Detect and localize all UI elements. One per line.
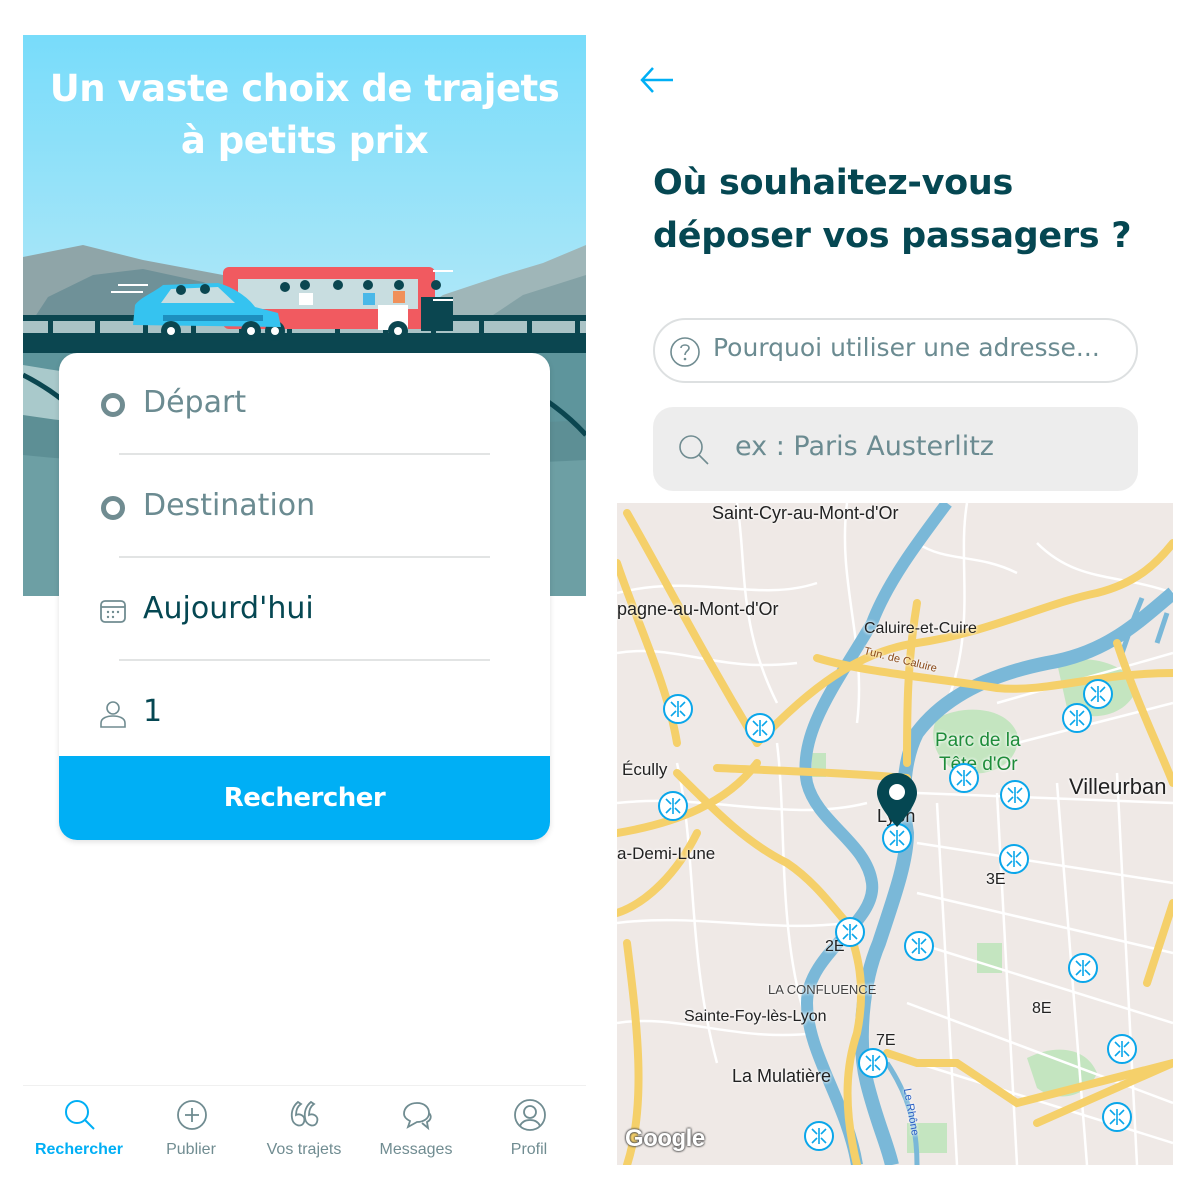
nav-label: Publier	[166, 1141, 216, 1158]
dropoff-screen: Où souhaitez-vous déposer vos passagers …	[617, 35, 1173, 1165]
map-park-label: Parc de la	[935, 730, 1021, 751]
search-screen: Un vaste choix de trajets à petits prix …	[23, 35, 586, 1170]
search-icon	[65, 1100, 95, 1130]
passengers-value: 1	[143, 694, 163, 729]
map-label: Écully	[622, 760, 668, 779]
meeting-point-icon[interactable]	[1000, 780, 1030, 810]
map-label: LA CONFLUENCE	[768, 982, 877, 997]
nav-label: Profil	[510, 1141, 548, 1158]
map-label: La Mulatière	[732, 1066, 832, 1086]
address-search-input[interactable]: ex : Paris Austerlitz	[653, 407, 1138, 491]
nav-label: Rechercher	[34, 1141, 124, 1158]
why-address-button[interactable]: Pourquoi utiliser une adresse...	[653, 318, 1138, 383]
search-form-card: Départ Destination Aujourd'hui 1 Recherc…	[59, 353, 550, 840]
meeting-point-icon[interactable]	[949, 763, 979, 793]
question-circle-icon	[670, 337, 700, 367]
meeting-point-icon[interactable]	[1102, 1102, 1132, 1132]
date-field[interactable]: Aujourd'hui	[59, 559, 550, 661]
map-label: pagne-au-Mont-d'Or	[617, 599, 779, 619]
nav-item-rechercher[interactable]: Rechercher	[23, 1086, 135, 1171]
map-label: Saint-Cyr-au-Mont-d'Or	[712, 503, 899, 523]
meeting-point-icon[interactable]	[1062, 703, 1092, 733]
map-label: a-Demi-Lune	[617, 844, 716, 863]
map-label: 3E	[986, 871, 1006, 888]
map-label: 8E	[1032, 1000, 1052, 1017]
circle-outline-icon	[101, 393, 125, 417]
search-icon	[679, 435, 709, 465]
plus-circle-icon	[177, 1100, 207, 1130]
nav-item-messages[interactable]: Messages	[360, 1086, 472, 1171]
meeting-point-icon[interactable]	[658, 791, 688, 821]
google-attribution-logo: Google	[625, 1125, 705, 1152]
date-value: Aujourd'hui	[143, 591, 314, 626]
bottom-nav: Rechercher Publier Vos trajets Messages …	[23, 1085, 586, 1170]
map-pin-icon[interactable]	[876, 772, 918, 828]
divider	[119, 453, 490, 455]
calendar-icon	[100, 600, 126, 623]
map-label: Sainte-Foy-lès-Lyon	[684, 1008, 827, 1025]
departure-placeholder: Départ	[143, 385, 247, 420]
nav-label: Messages	[379, 1141, 453, 1158]
nav-item-profil[interactable]: Profil	[473, 1086, 585, 1171]
page-title-line-1: Où souhaitez-vous	[653, 163, 1014, 203]
map-label: Caluire-et-Cuire	[864, 620, 977, 637]
meeting-point-icon[interactable]	[804, 1121, 834, 1151]
nav-label: Vos trajets	[266, 1141, 342, 1158]
meeting-point-icon[interactable]	[1107, 1034, 1137, 1064]
person-icon	[100, 701, 126, 728]
why-address-label: Pourquoi utiliser une adresse...	[713, 333, 1100, 362]
page-title-line-2: déposer vos passagers ?	[653, 216, 1132, 256]
meeting-point-icon[interactable]	[835, 917, 865, 947]
destination-placeholder: Destination	[143, 488, 316, 523]
passengers-field[interactable]: 1	[59, 662, 550, 764]
divider	[119, 556, 490, 558]
map-label: 7E	[876, 1032, 896, 1049]
circle-outline-icon	[101, 496, 125, 520]
hero-title: Un vaste choix de trajets à petits prix	[23, 63, 586, 167]
divider	[119, 659, 490, 661]
search-button[interactable]: Rechercher	[59, 756, 550, 840]
map-view[interactable]: Saint-Cyr-au-Mont-d'Or pagne-au-Mont-d'O…	[617, 503, 1173, 1165]
profile-circle-icon	[514, 1099, 546, 1131]
meeting-point-icon[interactable]	[663, 694, 693, 724]
quote-icon	[290, 1100, 319, 1127]
arrow-left-icon[interactable]	[637, 60, 677, 100]
meeting-point-icon[interactable]	[999, 844, 1029, 874]
page-title: Où souhaitez-vous déposer vos passagers …	[653, 157, 1163, 263]
chat-bubbles-icon	[403, 1102, 432, 1131]
departure-field[interactable]: Départ	[59, 353, 550, 455]
meeting-point-icon[interactable]	[1083, 679, 1113, 709]
address-placeholder: ex : Paris Austerlitz	[735, 431, 994, 462]
meeting-point-icon[interactable]	[745, 713, 775, 743]
hero-title-line-1: Un vaste choix de trajets	[49, 67, 560, 110]
meeting-point-icon[interactable]	[1068, 953, 1098, 983]
nav-item-vos-trajets[interactable]: Vos trajets	[248, 1086, 360, 1171]
nav-item-publier[interactable]: Publier	[135, 1086, 247, 1171]
destination-field[interactable]: Destination	[59, 456, 550, 558]
hero-title-line-2: à petits prix	[180, 119, 429, 162]
meeting-point-icon[interactable]	[904, 931, 934, 961]
meeting-point-icon[interactable]	[858, 1048, 888, 1078]
map-label: Villeurban	[1069, 774, 1167, 799]
